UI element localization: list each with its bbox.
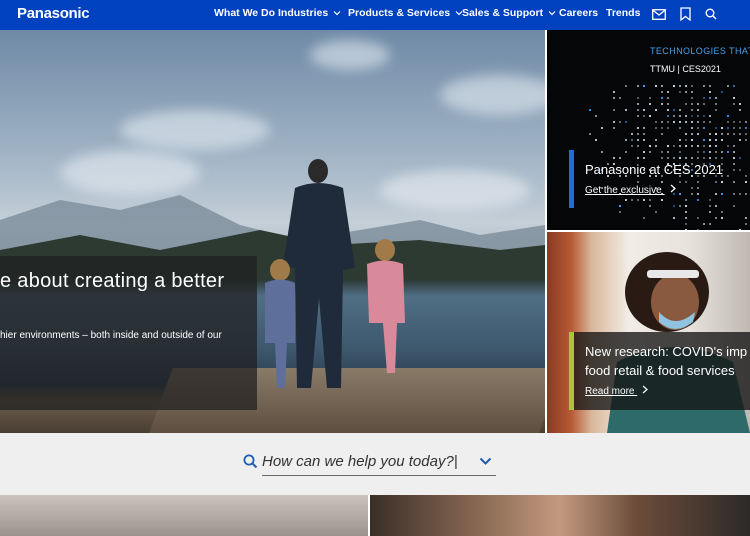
nav-item-careers[interactable]: Careers <box>559 7 598 19</box>
search-icon[interactable] <box>703 6 719 22</box>
chevron-down-icon <box>333 11 341 16</box>
nav-item-what-we-do[interactable]: What We Do <box>214 7 275 19</box>
chevron-down-icon[interactable] <box>479 457 492 466</box>
search-icon <box>243 454 258 469</box>
chevron-down-icon <box>548 11 556 16</box>
nav-item-label: Trends <box>606 7 641 19</box>
card-covid-research[interactable]: New research: COVID's imp food retail & … <box>547 232 750 433</box>
card-link-get-exclusive[interactable]: Get the exclusive <box>585 184 677 196</box>
card-ces-2021[interactable]: TECHNOLOGIES THAT TTMU | CES2021 Panason… <box>547 30 750 230</box>
nav-item-label: Sales & Support <box>462 7 544 19</box>
search-placeholder: How can we help you today?| <box>262 452 458 470</box>
nav-item-industries[interactable]: Industries <box>278 7 341 19</box>
bottom-photo-left[interactable] <box>0 495 368 536</box>
hero-family-image <box>265 159 405 388</box>
card-link-read-more[interactable]: Read more <box>585 385 649 397</box>
chevron-right-icon <box>642 385 649 394</box>
card-link-label: Get the exclusive <box>585 185 662 196</box>
nav-item-label: Products & Services <box>348 7 451 19</box>
card-title: Panasonic at CES 2021 <box>585 162 724 177</box>
panasonic-logo[interactable]: Panasonic <box>17 5 90 22</box>
top-nav: Panasonic What We Do Industries Products… <box>0 0 750 30</box>
card-link-label: Read more <box>585 386 635 397</box>
ces-overlay-headline: TECHNOLOGIES THAT <box>650 46 750 56</box>
card-title-line2: food retail & food services <box>585 363 735 378</box>
nav-item-label: What We Do <box>214 7 276 19</box>
nav-item-label: Careers <box>559 7 599 19</box>
ces-dot-map-image <box>589 85 747 230</box>
card-accent-bar <box>569 150 574 208</box>
nav-item-products-services[interactable]: Products & Services <box>348 7 463 19</box>
bookmark-icon[interactable] <box>677 6 693 22</box>
mail-icon[interactable] <box>651 6 667 22</box>
nav-item-sales-support[interactable]: Sales & Support <box>462 7 556 19</box>
nav-item-trends[interactable]: Trends <box>606 7 640 19</box>
hero-subtitle: hier environments – both inside and outs… <box>0 330 222 341</box>
card-title-line1: New research: COVID's imp <box>585 344 748 359</box>
hero-cloud <box>120 110 270 150</box>
chevron-right-icon <box>670 184 676 193</box>
hero-cloud <box>310 40 390 70</box>
hero-title: e about creating a better <box>0 270 225 292</box>
hero-banner[interactable]: e about creating a better hier environme… <box>0 30 545 433</box>
card-accent-bar <box>569 332 574 410</box>
help-search-input[interactable]: How can we help you today?| <box>262 447 496 476</box>
hero-cloud <box>440 75 545 115</box>
bottom-photo-right[interactable] <box>370 495 750 536</box>
nav-item-label: Industries <box>278 7 329 19</box>
ces-overlay-tag: TTMU | CES2021 <box>650 64 721 74</box>
